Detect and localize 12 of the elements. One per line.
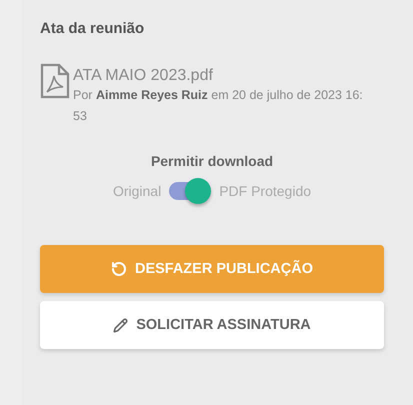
switch-label: Original	[112, 183, 162, 199]
switch-label: PDF Protegido	[219, 183, 312, 199]
undo-publish-button[interactable]: DESFAZER PUBLICAÇÃO	[40, 245, 384, 293]
download-title: Permitir download	[150, 153, 274, 169]
download-switch[interactable]	[167, 177, 214, 205]
pdf-file-icon	[40, 63, 70, 99]
undo-icon	[110, 261, 127, 277]
file-meta: Por Aimme Reyes Ruiz em 20 de julho de 2023 16: 53	[73, 87, 364, 125]
pencil-icon	[113, 318, 128, 332]
section-title: Ata da reunião	[40, 20, 146, 37]
file-name[interactable]: ATA MAIO 2023.pdf	[73, 67, 373, 85]
request-signature-button[interactable]: SOLICITAR ASSINATURA	[40, 301, 384, 349]
